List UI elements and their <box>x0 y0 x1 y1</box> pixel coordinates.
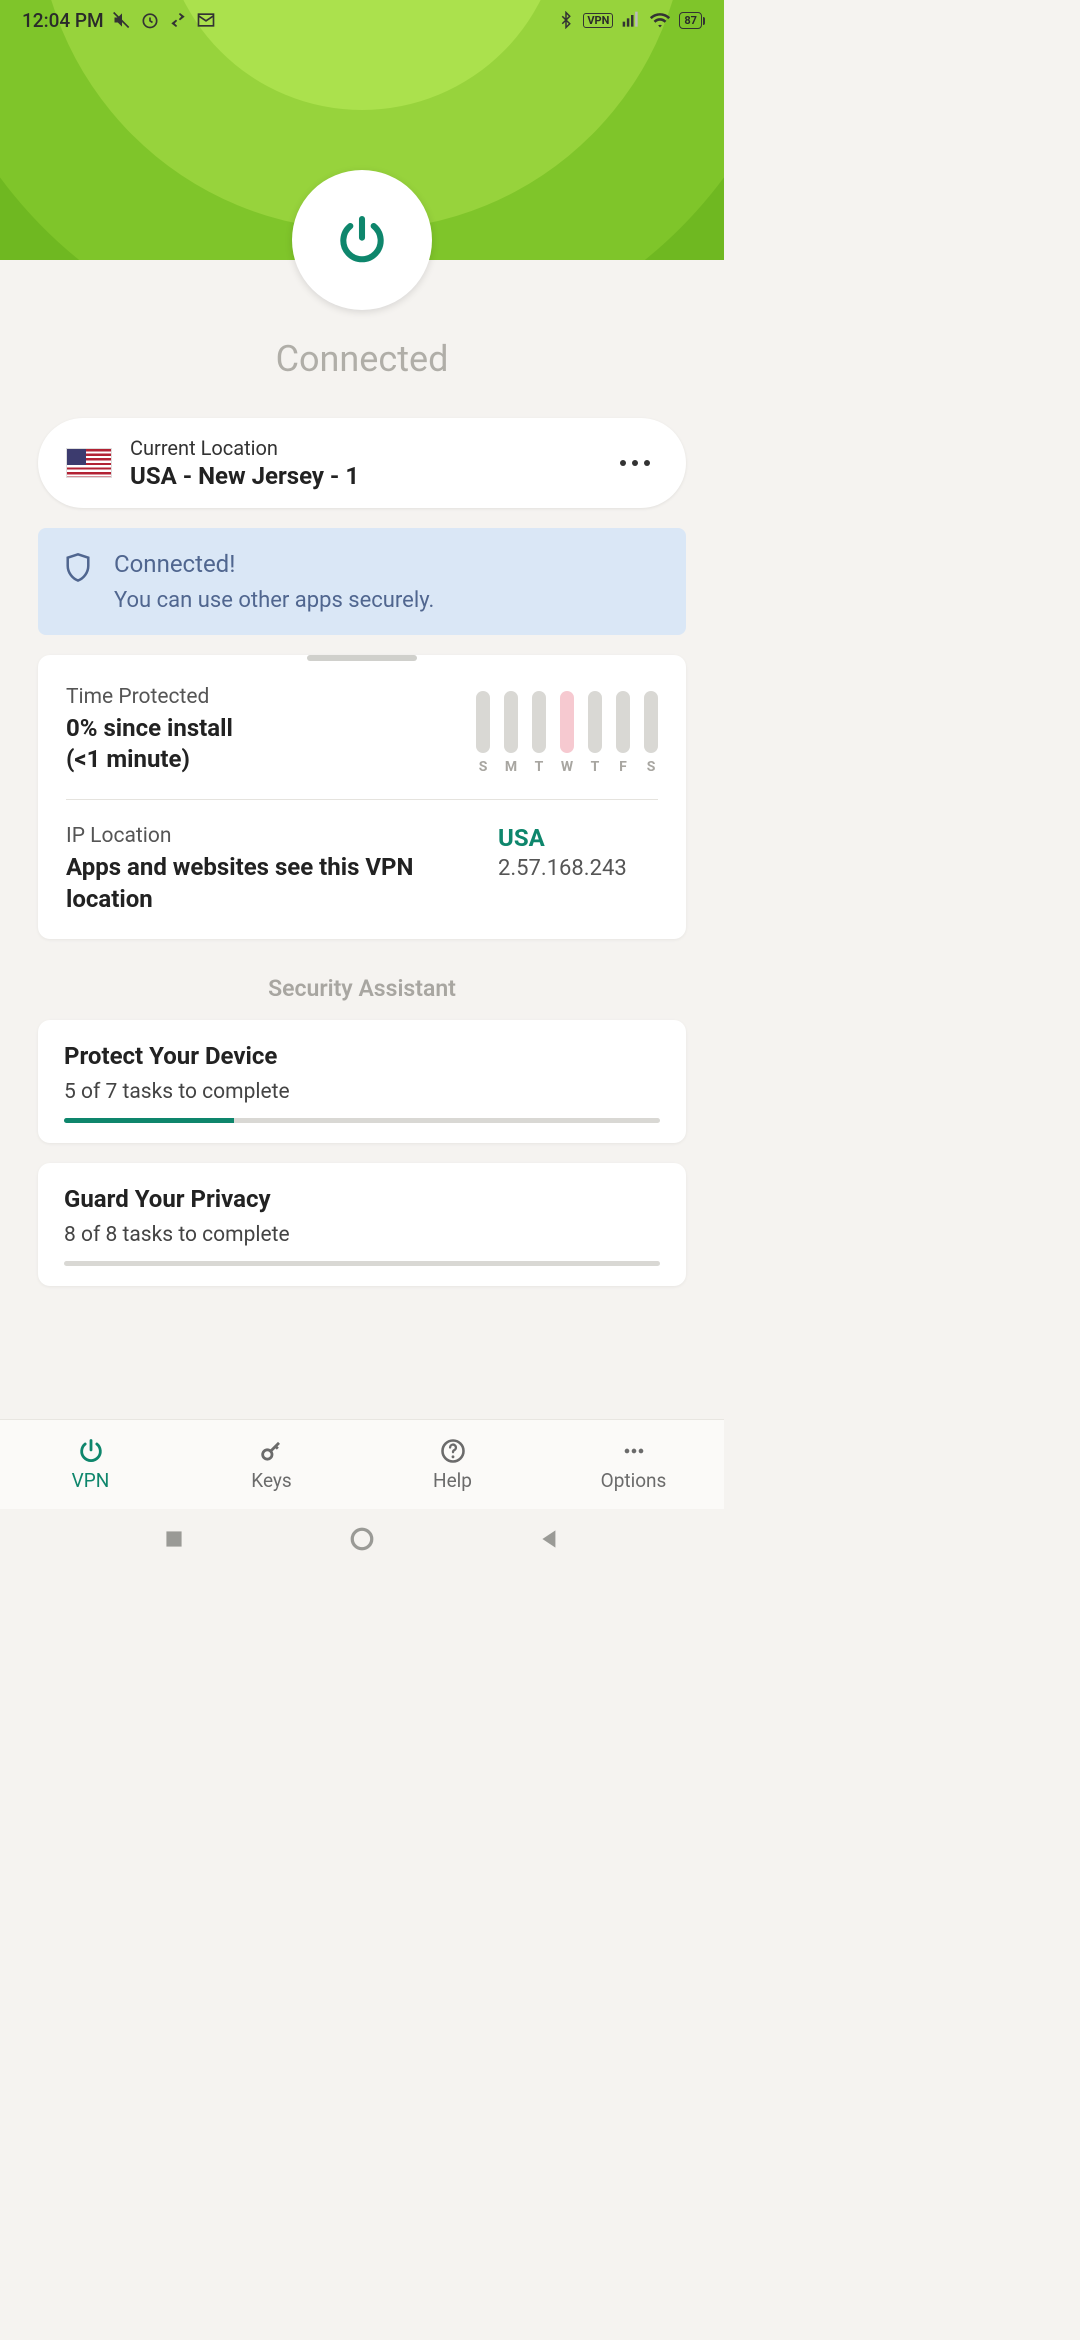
tab-keys[interactable]: Keys <box>181 1420 362 1509</box>
task-title: Protect Your Device <box>64 1042 660 1070</box>
security-assistant-header: Security Assistant <box>38 975 686 1002</box>
week-bars: SMTWTFS <box>476 685 658 775</box>
power-icon <box>334 212 390 268</box>
stats-card[interactable]: Time Protected 0% since install (<1 minu… <box>38 655 686 939</box>
time-protected-label: Time Protected <box>66 685 476 709</box>
alarm-icon <box>140 10 160 30</box>
status-time: 12:04 PM <box>22 9 104 32</box>
location-card[interactable]: Current Location USA - New Jersey - 1 <box>38 418 686 508</box>
gmail-icon <box>196 10 216 30</box>
task-subtitle: 8 of 8 tasks to complete <box>64 1223 660 1247</box>
ip-location-label: IP Location <box>66 824 498 848</box>
task-title: Guard Your Privacy <box>64 1185 660 1213</box>
day-bar <box>532 691 546 753</box>
vpn-badge: VPN <box>583 13 613 28</box>
day-bar <box>560 691 574 753</box>
task-progress <box>64 1118 660 1123</box>
banner-subtitle: You can use other apps securely. <box>114 588 660 613</box>
back-button[interactable] <box>537 1526 563 1552</box>
recent-apps-button[interactable] <box>161 1526 187 1552</box>
day-bar <box>644 691 658 753</box>
day-label: T <box>591 759 600 775</box>
power-icon <box>77 1437 105 1465</box>
status-bar: 12:04 PM VPN 87 <box>0 0 724 40</box>
status-banner: Connected! You can use other apps secure… <box>38 528 686 635</box>
bluetooth-icon <box>557 11 575 29</box>
day-label: S <box>647 759 656 775</box>
task-card[interactable]: Guard Your Privacy 8 of 8 tasks to compl… <box>38 1163 686 1286</box>
usa-flag-icon <box>66 448 112 478</box>
day-bar <box>504 691 518 753</box>
tab-label: VPN <box>72 1469 110 1492</box>
day-label: T <box>535 759 544 775</box>
day-label: W <box>561 759 573 775</box>
day-label: S <box>479 759 488 775</box>
day-bar <box>616 691 630 753</box>
wifi-icon <box>649 9 671 31</box>
task-card[interactable]: Protect Your Device 5 of 7 tasks to comp… <box>38 1020 686 1143</box>
day-bar <box>588 691 602 753</box>
help-icon <box>439 1437 467 1465</box>
tab-options[interactable]: Options <box>543 1420 724 1509</box>
ip-location-desc: Apps and websites see this VPN location <box>66 852 498 914</box>
sync-icon <box>168 10 188 30</box>
tab-help[interactable]: Help <box>362 1420 543 1509</box>
bottom-tab-bar: VPN Keys Help Options <box>0 1419 724 1509</box>
tab-label: Keys <box>251 1469 291 1492</box>
ip-country: USA <box>498 824 658 852</box>
battery-icon: 87 <box>679 12 702 29</box>
ip-address: 2.57.168.243 <box>498 856 658 881</box>
day-bar <box>476 691 490 753</box>
time-protected-sub: (<1 minute) <box>66 744 476 775</box>
banner-title: Connected! <box>114 550 660 578</box>
dots-icon <box>620 1437 648 1465</box>
power-button[interactable] <box>292 170 432 310</box>
signal-icon <box>621 10 641 30</box>
task-progress <box>64 1261 660 1266</box>
tab-label: Help <box>433 1469 472 1492</box>
home-button[interactable] <box>349 1526 375 1552</box>
day-label: F <box>619 759 627 775</box>
time-protected-value: 0% since install <box>66 713 476 744</box>
system-nav-bar <box>0 1509 724 1569</box>
tab-label: Options <box>601 1469 667 1492</box>
day-label: M <box>505 759 517 775</box>
location-value: USA - New Jersey - 1 <box>130 462 612 490</box>
location-label: Current Location <box>130 436 612 460</box>
shield-icon <box>64 552 92 584</box>
connection-status-label: Connected <box>0 338 724 380</box>
tab-vpn[interactable]: VPN <box>0 1420 181 1509</box>
task-subtitle: 5 of 7 tasks to complete <box>64 1080 660 1104</box>
more-icon[interactable] <box>612 452 658 474</box>
mute-icon <box>112 10 132 30</box>
key-icon <box>258 1437 286 1465</box>
